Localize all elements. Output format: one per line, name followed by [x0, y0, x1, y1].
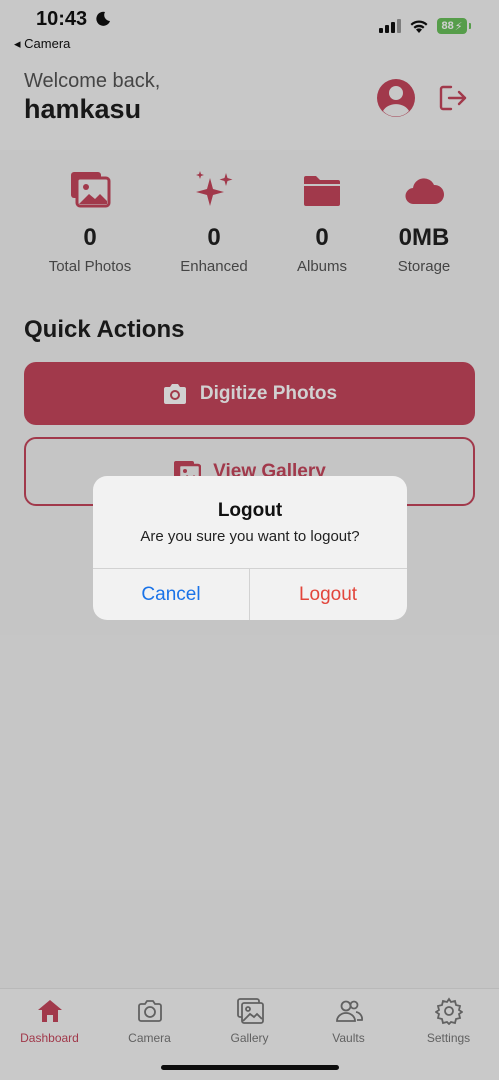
cancel-button[interactable]: Cancel — [93, 569, 249, 620]
confirm-logout-button[interactable]: Logout — [250, 569, 406, 620]
dialog-title: Logout — [217, 500, 283, 521]
logout-dialog: Logout Are you sure you want to logout? … — [93, 476, 407, 620]
dialog-message: Are you sure you want to logout? — [140, 528, 360, 545]
